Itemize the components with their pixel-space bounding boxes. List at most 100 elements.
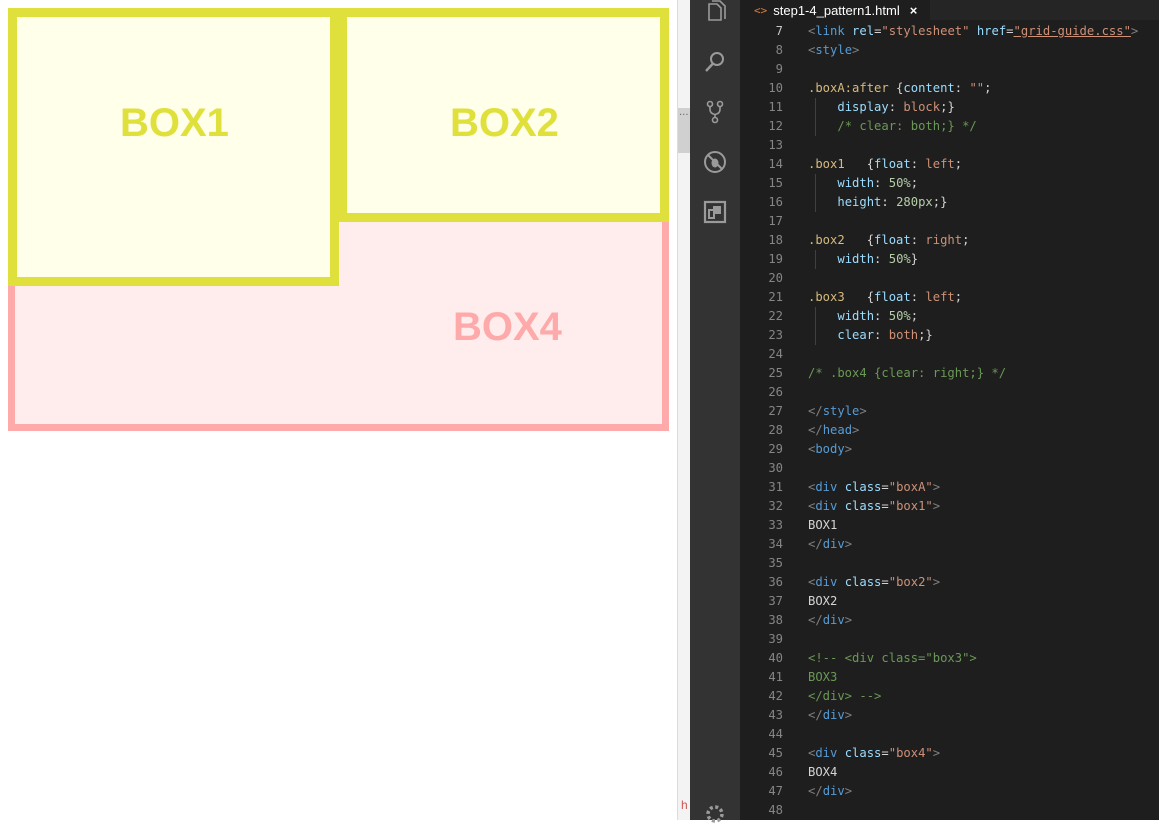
explorer-icon[interactable] <box>703 0 727 24</box>
code-line[interactable]: 16 height: 280px;} <box>740 193 1159 212</box>
code-line[interactable]: 30 <box>740 459 1159 478</box>
code-token: class <box>844 575 882 589</box>
line-number: 23 <box>768 328 783 342</box>
code-line[interactable]: 15 width: 50%; <box>740 174 1159 193</box>
code-line[interactable]: 20 <box>740 269 1159 288</box>
code-token: /* clear: both;} */ <box>837 119 977 133</box>
code-token: 280px <box>896 195 933 209</box>
code-line[interactable]: 7 <link rel="stylesheet" href="grid-guide… <box>740 22 1159 41</box>
code-line[interactable]: 23 clear: both;} <box>740 326 1159 345</box>
code-line[interactable]: 43 </div> <box>740 706 1159 725</box>
code-token: 50% <box>888 176 911 190</box>
code-line[interactable]: 11 display: block;} <box>740 98 1159 117</box>
code-token: float <box>874 157 911 171</box>
code-token: </ <box>808 423 823 437</box>
settings-gear-icon[interactable] <box>703 800 727 824</box>
code-token: right <box>925 233 963 247</box>
code-line[interactable]: 31 <div class="boxA"> <box>740 478 1159 497</box>
code-text: <div class="box4"> <box>808 744 940 763</box>
line-number: 9 <box>775 62 783 76</box>
code-token: : <box>881 195 897 209</box>
code-token: rel <box>852 24 875 38</box>
code-line[interactable]: 8 <style> <box>740 41 1159 60</box>
code-token: > <box>852 43 860 57</box>
line-number: 35 <box>768 556 783 570</box>
tab-bar: <> step1-4_pattern1.html × <box>740 0 1159 20</box>
code-line[interactable]: 9 <box>740 60 1159 79</box>
code-token: class <box>844 499 882 513</box>
code-line[interactable]: 33 BOX1 <box>740 516 1159 535</box>
grip-dots: ··· <box>679 110 689 121</box>
code-line[interactable]: 32 <div class="box1"> <box>740 497 1159 516</box>
code-line[interactable]: 24 <box>740 345 1159 364</box>
line-number: 21 <box>768 290 783 304</box>
line-number: 24 <box>768 347 783 361</box>
code-line[interactable]: 12 /* clear: both;} */ <box>740 117 1159 136</box>
code-token: ; <box>984 81 992 95</box>
code-line[interactable]: 19 width: 50%} <box>740 250 1159 269</box>
code-text: .box1 {float: left; <box>808 155 962 174</box>
code-token: clear <box>837 328 875 342</box>
code-token: : <box>910 290 926 304</box>
code-line[interactable]: 34 </div> <box>740 535 1159 554</box>
extensions-icon[interactable] <box>703 200 727 224</box>
code-token: div <box>815 480 838 494</box>
indent-guide <box>815 98 816 136</box>
line-number: 17 <box>768 214 783 228</box>
tab-active-file[interactable]: <> step1-4_pattern1.html × <box>740 0 930 20</box>
code-line[interactable]: 25 /* .box4 {clear: right;} */ <box>740 364 1159 383</box>
code-token: = <box>881 575 889 589</box>
code-token: > <box>932 746 941 760</box>
code-line[interactable]: 28 </head> <box>740 421 1159 440</box>
code-text: width: 50%; <box>808 307 918 326</box>
code-line[interactable]: 26 <box>740 383 1159 402</box>
line-number: 36 <box>768 575 783 589</box>
code-token: content <box>903 81 955 95</box>
line-number: 33 <box>768 518 783 532</box>
code-line[interactable]: 22 width: 50%; <box>740 307 1159 326</box>
code-line[interactable]: 42 </div> --> <box>740 687 1159 706</box>
code-line[interactable]: 14 .box1 {float: left; <box>740 155 1159 174</box>
code-line[interactable]: 21 .box3 {float: left; <box>740 288 1159 307</box>
code-line[interactable]: 41 BOX3 <box>740 668 1159 687</box>
code-line[interactable]: 17 <box>740 212 1159 231</box>
code-line[interactable]: 10 .boxA:after {content: ""; <box>740 79 1159 98</box>
code-text: </div> <box>808 611 852 630</box>
code-line[interactable]: 18 .box2 {float: right; <box>740 231 1159 250</box>
code-line[interactable]: 47 </div> <box>740 782 1159 801</box>
split-divider[interactable]: ··· h <box>677 0 690 820</box>
code-line[interactable]: 38 </div> <box>740 611 1159 630</box>
indent-guide <box>815 250 816 269</box>
code-line[interactable]: 40 <!-- <div class="box3"> <box>740 649 1159 668</box>
code-line[interactable]: 27 </style> <box>740 402 1159 421</box>
code-line[interactable]: 29 <body> <box>740 440 1159 459</box>
source-control-icon[interactable] <box>703 100 727 124</box>
debug-icon[interactable] <box>703 150 727 174</box>
code-line[interactable]: 13 <box>740 136 1159 155</box>
line-number: 15 <box>768 176 783 190</box>
close-icon[interactable]: × <box>910 3 918 18</box>
line-number: 43 <box>768 708 783 722</box>
code-line[interactable]: 37 BOX2 <box>740 592 1159 611</box>
code-line[interactable]: 45 <div class="box4"> <box>740 744 1159 763</box>
code-text: </style> <box>808 402 867 421</box>
code-token: = <box>1006 24 1014 38</box>
line-number: 45 <box>768 746 783 760</box>
line-number: 30 <box>768 461 783 475</box>
code-line[interactable]: 48 <box>740 801 1159 820</box>
code-text: .box3 {float: left; <box>808 288 962 307</box>
search-icon[interactable] <box>703 50 727 74</box>
code-line[interactable]: 39 <box>740 630 1159 649</box>
code-line[interactable]: 44 <box>740 725 1159 744</box>
code-token: </ <box>808 404 823 418</box>
code-token: BOX2 <box>808 594 838 608</box>
code-line[interactable]: 46 BOX4 <box>740 763 1159 782</box>
code-line[interactable]: 35 <box>740 554 1159 573</box>
code-text: height: 280px;} <box>808 193 947 212</box>
code-line[interactable]: 36 <div class="box2"> <box>740 573 1159 592</box>
